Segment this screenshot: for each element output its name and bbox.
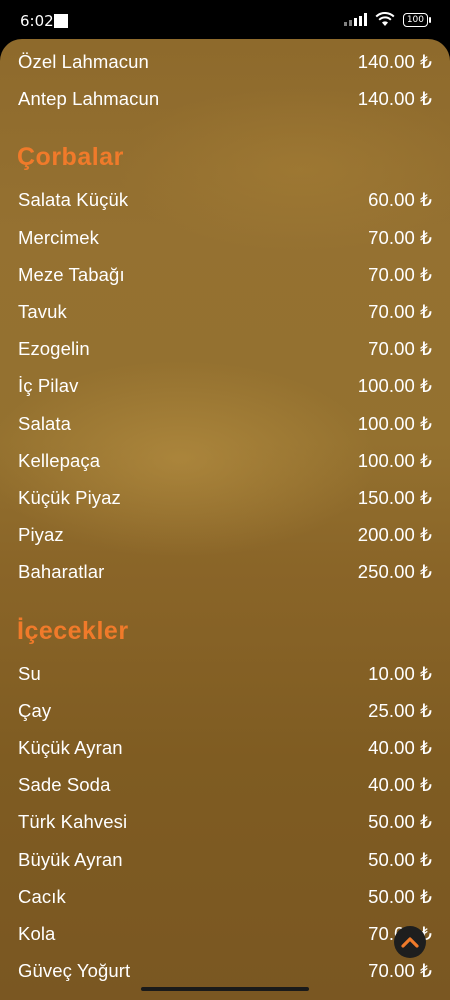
menu-item-price: 70.00 ₺ — [368, 960, 432, 982]
menu-item-name: Salata — [18, 412, 72, 434]
menu-item-price: 70.00 ₺ — [368, 301, 432, 322]
menu-item-name: Meze Tabağı — [18, 263, 125, 285]
wifi-icon — [375, 12, 395, 26]
home-indicator[interactable] — [141, 987, 309, 991]
menu-item-price: 70.00 ₺ — [368, 263, 432, 285]
menu-item[interactable]: Mercimek 70.00 ₺ — [18, 223, 432, 253]
menu-item-price: 150.00 ₺ — [357, 487, 432, 508]
menu-item-name: Özel Lahmacun — [18, 51, 149, 72]
section-title: İçecekler — [17, 616, 129, 645]
menu-item[interactable]: Küçük Piyaz 150.00 ₺ — [18, 483, 432, 513]
menu-item[interactable]: Su 10.00 ₺ — [18, 659, 432, 689]
menu-item-price: 25.00 ₺ — [368, 699, 432, 721]
menu-item-name: Küçük Piyaz — [18, 487, 121, 508]
menu-item-price: 100.00 ₺ — [357, 412, 432, 434]
menu-item-name: Salata Küçük — [18, 189, 129, 211]
menu-item-name: Kellepaça — [18, 449, 101, 471]
menu-item[interactable]: Baharatlar 250.00 ₺ — [18, 557, 432, 587]
menu-item-name: Ezogelin — [18, 338, 90, 360]
menu-item-name: Sade Soda — [18, 774, 111, 796]
menu-item[interactable]: Güveç Yoğurt 70.00 ₺ — [18, 956, 432, 986]
menu-item-name: Tavuk — [18, 301, 67, 322]
menu-item[interactable]: Ezogelin 70.00 ₺ — [18, 334, 432, 364]
menu-item-name: Büyük Ayran — [18, 848, 123, 870]
menu-item-price: 140.00 ₺ — [357, 51, 432, 72]
menu-item-name: Antep Lahmacun — [18, 88, 160, 110]
menu-item-name: Güveç Yoğurt — [18, 960, 131, 982]
menu-item-name: Mercimek — [18, 226, 99, 248]
menu-item[interactable]: Türk Kahvesi 50.00 ₺ — [18, 807, 432, 837]
chevron-up-icon — [401, 937, 419, 948]
menu-item-price: 140.00 ₺ — [357, 88, 432, 110]
menu-item[interactable]: İç Pilav 100.00 ₺ — [18, 371, 432, 401]
menu-item-name: Cacık — [18, 885, 66, 907]
scroll-to-top-button[interactable] — [394, 926, 426, 958]
menu-item[interactable]: Özel Lahmacun 140.00 ₺ — [18, 47, 432, 77]
menu-item[interactable]: Piyaz 200.00 ₺ — [18, 520, 432, 550]
menu-item-price: 10.00 ₺ — [368, 662, 432, 684]
status-icons: 100 — [343, 12, 432, 27]
menu-item-price: 50.00 ₺ — [368, 811, 432, 833]
menu-item[interactable]: Küçük Ayran 40.00 ₺ — [18, 733, 432, 763]
menu-item-name: Baharatlar — [18, 561, 105, 583]
menu-item-name: Su — [18, 662, 41, 684]
menu-item-price: 50.00 ₺ — [368, 885, 432, 907]
notification-icon — [54, 14, 68, 28]
menu-item-price: 100.00 ₺ — [357, 449, 432, 471]
menu-item-price: 40.00 ₺ — [368, 737, 432, 758]
menu-item-name: Çay — [18, 699, 52, 721]
menu-item-price: 250.00 ₺ — [357, 561, 432, 583]
menu-item-name: Türk Kahvesi — [18, 811, 128, 833]
menu-item[interactable]: Büyük Ayran 50.00 ₺ — [18, 845, 432, 875]
menu-item[interactable]: Sade Soda 40.00 ₺ — [18, 770, 432, 800]
signal-icon — [343, 13, 367, 26]
section-title: Çorbalar — [17, 143, 124, 172]
menu-item-price: 70.00 ₺ — [368, 226, 432, 248]
menu-item-price: 200.00 ₺ — [357, 524, 432, 546]
menu-item[interactable]: Meze Tabağı 70.00 ₺ — [18, 260, 432, 290]
menu-item[interactable]: Çay 25.00 ₺ — [18, 696, 432, 726]
menu-item[interactable]: Antep Lahmacun 140.00 ₺ — [18, 84, 432, 114]
menu-item[interactable]: Tavuk 70.00 ₺ — [18, 297, 432, 327]
menu-item-price: 60.00 ₺ — [368, 189, 432, 211]
menu-item-name: İç Pilav — [18, 375, 79, 397]
status-bar: 6:02 100 — [0, 0, 450, 40]
menu-item-price: 50.00 ₺ — [368, 848, 432, 870]
menu-item-name: Kola — [18, 923, 56, 944]
menu-item[interactable]: Kola 70.00 ₺ — [18, 919, 432, 949]
menu-item-name: Piyaz — [18, 524, 64, 546]
menu-item-price: 70.00 ₺ — [368, 338, 432, 360]
menu-item[interactable]: Salata Küçük 60.00 ₺ — [18, 185, 432, 215]
menu-item[interactable]: Salata 100.00 ₺ — [18, 409, 432, 439]
menu-panel[interactable]: Özel Lahmacun 140.00 ₺ Antep Lahmacun 140.0… — [0, 39, 450, 1000]
menu-item-price: 100.00 ₺ — [357, 375, 432, 397]
menu-item-price: 40.00 ₺ — [368, 774, 432, 796]
menu-item-name: Küçük Ayran — [18, 737, 123, 758]
battery-icon: 100 — [402, 12, 432, 27]
menu-item[interactable]: Kellepaça 100.00 ₺ — [18, 446, 432, 476]
menu-item[interactable]: Cacık 50.00 ₺ — [18, 882, 432, 912]
status-time: 6:02 — [20, 12, 54, 30]
